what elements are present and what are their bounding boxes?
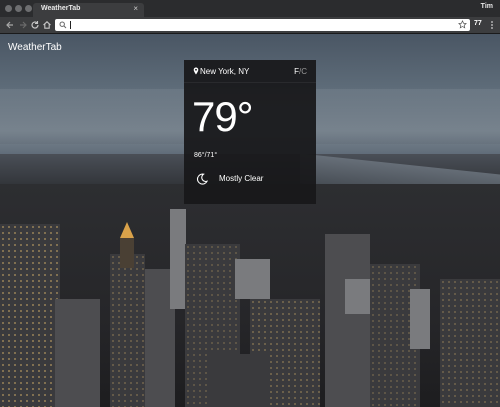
- page-viewport: WeatherTab New York, NY F/C 79° 86°/71° …: [0, 34, 500, 407]
- city-skyline-background: [0, 184, 500, 407]
- title-bar: WeatherTab × Tim: [0, 0, 500, 17]
- forward-arrow-icon: [20, 21, 27, 29]
- current-temperature: 79°: [192, 93, 254, 140]
- forward-button[interactable]: [17, 18, 29, 32]
- high-low-temperature: 86°/71°: [194, 152, 218, 159]
- tab-close-icon[interactable]: ×: [133, 4, 138, 14]
- card-divider: [184, 82, 316, 83]
- close-window-button[interactable]: [5, 5, 12, 12]
- condition-text: Mostly Clear: [219, 174, 264, 183]
- back-arrow-icon: [6, 21, 13, 29]
- brand-logo-text: WeatherTab: [8, 42, 62, 53]
- minimize-window-button[interactable]: [15, 5, 22, 12]
- text-caret: [70, 21, 71, 29]
- location-name[interactable]: New York, NY: [200, 67, 249, 76]
- zoom-window-button[interactable]: [25, 5, 32, 12]
- location-pin-icon: [193, 67, 199, 75]
- reload-button[interactable]: [29, 18, 41, 32]
- search-icon: [59, 21, 67, 29]
- toolbar: 77: [0, 17, 500, 34]
- reload-icon: [31, 21, 39, 29]
- menu-dots-icon[interactable]: [489, 20, 495, 30]
- browser-window: WeatherTab × Tim 77 WeatherTab New York,…: [0, 0, 500, 407]
- home-button[interactable]: [41, 18, 53, 32]
- back-button[interactable]: [4, 18, 16, 32]
- unit-toggle[interactable]: F/C: [294, 67, 307, 76]
- tab-title: WeatherTab: [41, 5, 81, 12]
- address-input[interactable]: [70, 20, 450, 30]
- weather-card: New York, NY F/C 79° 86°/71° Mostly Clea…: [184, 60, 316, 204]
- unit-c[interactable]: C: [301, 67, 307, 76]
- tab-weathertab[interactable]: WeatherTab ×: [33, 3, 144, 17]
- address-bar[interactable]: [55, 19, 470, 31]
- bookmark-star-icon[interactable]: [458, 20, 467, 29]
- extension-badge[interactable]: 77: [474, 20, 482, 27]
- profile-name[interactable]: Tim: [481, 3, 493, 10]
- moon-icon: [196, 173, 208, 185]
- home-icon: [43, 21, 51, 29]
